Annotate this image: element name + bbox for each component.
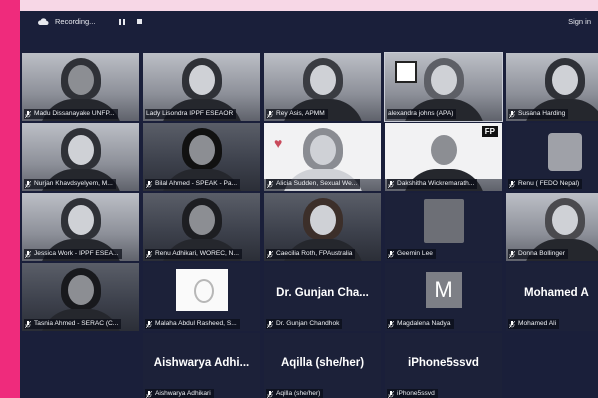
sign-in-link[interactable]: Sign in	[568, 17, 591, 26]
participant-tile[interactable]: M Magdalena Nadya	[385, 263, 502, 331]
participant-name: Aqilla (she/her)	[266, 389, 324, 398]
participant-tile[interactable]: Dr. Gunjan Cha... Dr. Gunjan Chandhok	[264, 263, 381, 331]
participant-name: Aishwarya Adhikari	[145, 389, 214, 398]
participant-tile[interactable]: Malaha Abdul Rasheed, S...	[143, 263, 260, 331]
mic-muted-icon	[388, 250, 394, 258]
mic-muted-icon	[146, 180, 152, 188]
participant-tile[interactable]: Renu Adhikari, WOREC, N...	[143, 193, 260, 261]
participant-display-name: Mohamed A	[524, 287, 589, 299]
mic-muted-icon	[25, 180, 31, 188]
zoom-window: Recording... Sign in Madu Dissanayake UN…	[20, 11, 598, 398]
mic-muted-icon	[509, 180, 515, 188]
mic-muted-icon	[267, 180, 273, 188]
participant-name: Mohamed Ali	[508, 319, 560, 329]
mic-muted-icon	[267, 110, 273, 118]
participant-tile[interactable]: Donna Bollinger	[506, 193, 598, 261]
mic-muted-icon	[509, 320, 515, 328]
participant-tile[interactable]: Rey Asis, APMM	[264, 53, 381, 121]
heart-logo-icon: ♥	[274, 135, 283, 151]
mic-muted-icon	[25, 320, 31, 328]
participant-tile[interactable]: Tasnia Ahmed - SERAC (C...	[22, 263, 139, 331]
participant-display-name: iPhone5ssvd	[408, 357, 479, 369]
pause-recording-button[interactable]	[119, 19, 125, 25]
mic-muted-icon	[146, 250, 152, 258]
participant-tile[interactable]: ♥ Alicia Sudden, Sexual We...	[264, 123, 381, 191]
participant-tile[interactable]: Susana Harding	[506, 53, 598, 121]
participant-name: Tasnia Ahmed - SERAC (C...	[24, 319, 122, 329]
participant-tile[interactable]: Nurjan Khavdsyelyem, M...	[22, 123, 139, 191]
participant-display-name: Aishwarya Adhi...	[153, 357, 250, 369]
participant-name: iPhone5ssvd	[387, 389, 438, 398]
mic-muted-icon	[388, 320, 394, 328]
left-border	[0, 0, 20, 398]
participant-name: alexandra johns (APA)	[387, 109, 457, 119]
mic-muted-icon	[25, 250, 31, 258]
participant-tile[interactable]: Madu Dissanayake UNFP...	[22, 53, 139, 121]
participant-name: Geemin Lee	[387, 249, 436, 259]
participant-name: Bilal Ahmed - SPEAK - Pa...	[145, 179, 241, 189]
mic-muted-icon	[388, 390, 394, 398]
participant-display-name: Aqilla (she/her)	[280, 357, 365, 369]
participant-tile[interactable]: Mohamed A Mohamed Ali	[506, 263, 598, 331]
recording-status: Recording...	[55, 17, 96, 26]
cloud-icon	[38, 18, 49, 25]
stop-recording-button[interactable]	[137, 19, 142, 24]
participant-tile[interactable]: FP Dakshitha Wickremarath...	[385, 123, 502, 191]
mic-muted-icon	[146, 390, 152, 398]
participant-name: Magdalena Nadya	[387, 319, 454, 329]
participant-name: Donna Bollinger	[508, 249, 568, 259]
toolbar: Recording... Sign in	[20, 11, 598, 37]
mic-muted-icon	[267, 250, 273, 258]
top-border	[0, 0, 598, 11]
participant-tile[interactable]: Lady Lisondra IPPF ESEAOR	[143, 53, 260, 121]
participant-name: Malaha Abdul Rasheed, S...	[145, 319, 240, 329]
fp-logo: FP	[481, 126, 498, 137]
participant-name: Rey Asis, APMM	[266, 109, 328, 119]
participant-tile[interactable]: Jessica Work - IPPF ESEA...	[22, 193, 139, 261]
mic-muted-icon	[388, 180, 394, 188]
mic-muted-icon	[25, 110, 31, 118]
participant-name: Nurjan Khavdsyelyem, M...	[24, 179, 116, 189]
qr-code-image	[395, 61, 417, 83]
participant-name: Madu Dissanayake UNFP...	[24, 109, 118, 119]
participant-name: Dakshitha Wickremarath...	[387, 179, 478, 189]
participant-name: Caecilia Roth, FPAustralia	[266, 249, 356, 259]
mic-muted-icon	[267, 390, 273, 398]
participant-tile[interactable]: Caecilia Roth, FPAustralia	[264, 193, 381, 261]
mic-muted-icon	[509, 250, 515, 258]
participant-tile[interactable]: Aqilla (she/her) Aqilla (she/her)	[264, 333, 381, 398]
mic-muted-icon	[509, 110, 515, 118]
participant-tile-active-speaker[interactable]: alexandra johns (APA)	[384, 52, 503, 122]
participant-tile[interactable]: iPhone5ssvd iPhone5ssvd	[385, 333, 502, 398]
mic-muted-icon	[267, 320, 273, 328]
participant-name: Dr. Gunjan Chandhok	[266, 319, 343, 329]
profile-picture	[175, 269, 228, 311]
participant-name: Renu Adhikari, WOREC, N...	[145, 249, 242, 259]
participant-name: Lady Lisondra IPPF ESEAOR	[145, 109, 237, 119]
participant-tile[interactable]: Geemin Lee	[385, 193, 502, 261]
participant-tile[interactable]: Aishwarya Adhi... Aishwarya Adhikari	[143, 333, 260, 398]
participant-name: Renu ( FEDO Nepal)	[508, 179, 583, 189]
mic-muted-icon	[146, 320, 152, 328]
participant-name: Jessica Work - IPPF ESEA...	[24, 249, 122, 259]
participant-name: Susana Harding	[508, 109, 569, 119]
participant-tile[interactable]: Renu ( FEDO Nepal)	[506, 123, 598, 191]
participant-display-name: Dr. Gunjan Cha...	[276, 287, 369, 299]
avatar: M	[425, 272, 462, 308]
participant-tile[interactable]: Bilal Ahmed - SPEAK - Pa...	[143, 123, 260, 191]
participant-name: Alicia Sudden, Sexual We...	[266, 179, 361, 189]
